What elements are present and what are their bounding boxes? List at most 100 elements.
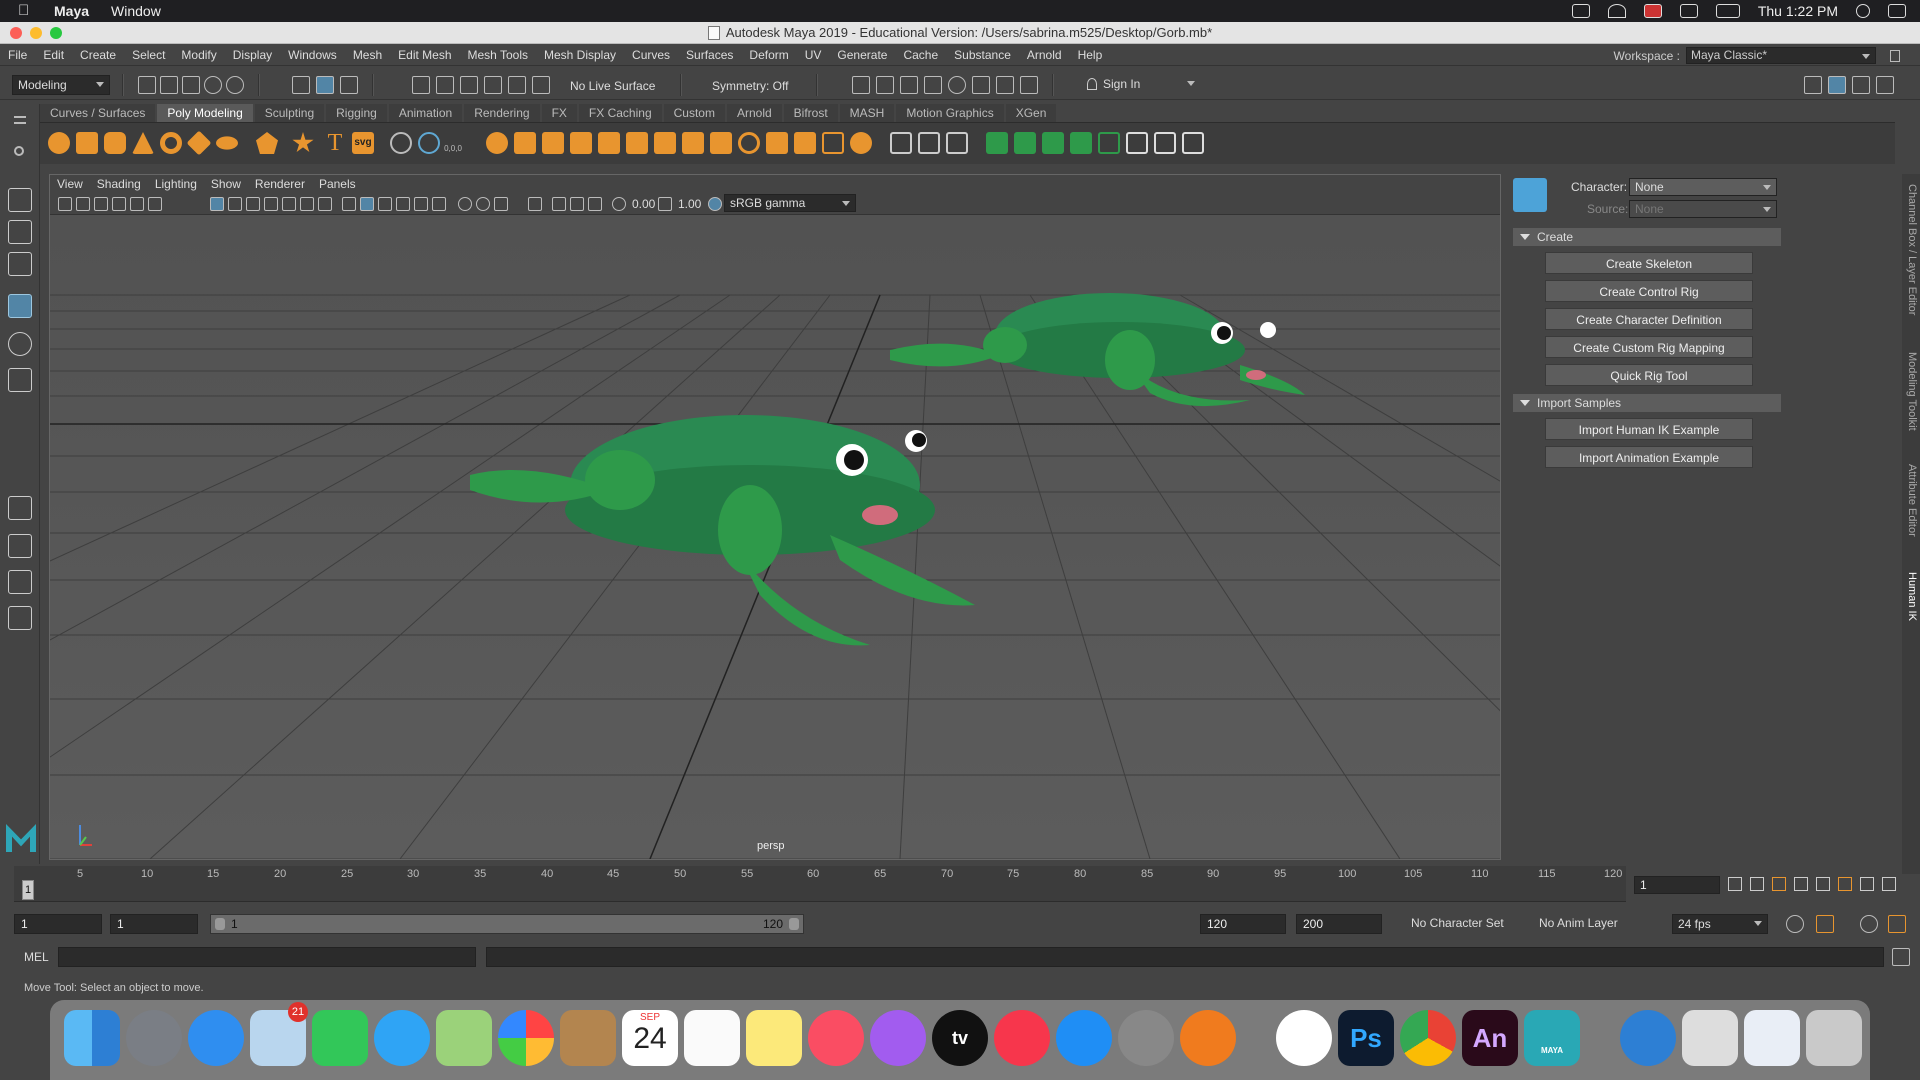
menu-create[interactable]: Create [72,48,124,62]
menu-edit[interactable]: Edit [35,48,72,62]
shelf-tab-rigging[interactable]: Rigging [326,104,387,122]
screen-space-ao-icon[interactable] [458,197,472,211]
merge-icon[interactable] [794,132,816,154]
run-icon[interactable] [1888,915,1906,933]
uv-cylindrical-icon[interactable] [1014,132,1036,154]
textured-icon[interactable] [396,197,410,211]
screenshot-icon[interactable] [1744,1010,1800,1066]
render-view-icon[interactable] [852,76,870,94]
playback-start-field[interactable]: 1 [110,914,198,934]
anti-aliasing-icon[interactable] [494,197,508,211]
shelf-tab-motion-graphics[interactable]: Motion Graphics [896,104,1004,122]
maps-icon[interactable] [436,1010,492,1066]
target-weld-icon[interactable] [822,132,844,154]
step-back-key-icon[interactable] [1772,877,1786,891]
menu-edit-mesh[interactable]: Edit Mesh [390,48,459,62]
svg-icon[interactable]: svg [352,132,374,154]
import-animation-example-button[interactable]: Import Animation Example [1545,446,1753,468]
trash-icon[interactable] [1806,1010,1862,1066]
poke-icon[interactable] [850,132,872,154]
tab-attribute-editor[interactable]: Attribute Editor [1904,464,1918,537]
menu-deform[interactable]: Deform [741,48,796,62]
viewport-menu-view[interactable]: View [50,177,90,191]
auto-key-icon[interactable] [1816,915,1834,933]
notification-center-icon[interactable] [1888,4,1906,18]
menu-arnold[interactable]: Arnold [1019,48,1070,62]
airplay-icon[interactable] [1679,4,1698,18]
render-settings-icon[interactable] [924,76,942,94]
blender-icon[interactable] [1180,1010,1236,1066]
time-slider[interactable]: 1 5 10 15 20 25 30 35 40 45 50 55 60 65 … [14,866,1626,902]
poly-type-icon[interactable]: T [324,131,346,155]
system-preferences-icon[interactable] [1118,1010,1174,1066]
gamma-icon[interactable] [658,197,672,211]
camera-attributes-icon[interactable] [76,197,90,211]
live-surface-label[interactable]: No Live Surface [570,79,655,93]
import-samples-section-header[interactable]: Import Samples [1513,394,1781,412]
redo-icon[interactable] [226,76,244,94]
outliner-icon[interactable] [8,606,32,630]
shelf-settings-icon[interactable] [14,146,24,156]
menu-mesh[interactable]: Mesh [345,48,390,62]
app-menu-maya[interactable]: Maya [54,3,89,19]
loop-playback-icon[interactable] [1786,915,1804,933]
snap-surface-icon[interactable] [508,76,526,94]
bookmarks-icon[interactable] [94,197,108,211]
boolean-icon[interactable] [738,132,760,154]
light-editor-icon[interactable] [996,76,1014,94]
go-to-end-icon[interactable] [1882,877,1896,891]
notes-icon[interactable] [746,1010,802,1066]
uv-spherical-icon[interactable] [1042,132,1064,154]
fill-hole-icon[interactable] [710,132,732,154]
xray-icon[interactable] [552,197,566,211]
render-setup-icon[interactable] [972,76,990,94]
isolate-select-icon[interactable] [528,197,542,211]
uv-cut-icon[interactable] [1154,132,1176,154]
create-character-definition-button[interactable]: Create Character Definition [1545,308,1753,330]
step-back-frame-icon[interactable] [1750,877,1764,891]
wifi-icon[interactable] [1607,4,1626,18]
range-start-handle[interactable] [215,918,225,930]
shelf-menu-icon[interactable] [14,116,26,124]
tab-modeling-toolkit[interactable]: Modeling Toolkit [1904,352,1918,431]
app-store-icon[interactable] [1056,1010,1112,1066]
shelf-tab-fx-caching[interactable]: FX Caching [578,104,662,122]
ipr-render-icon[interactable] [900,76,918,94]
preview-icon[interactable] [1682,1010,1738,1066]
poly-plane-icon[interactable] [186,130,212,156]
exposure-icon[interactable] [612,197,626,211]
color-space-dropdown[interactable]: sRGB gamma [724,194,856,212]
attribute-editor-toggle-icon[interactable] [1828,76,1846,94]
bridge-icon[interactable] [654,132,676,154]
smooth-shade-icon[interactable] [360,197,374,211]
import-human-ik-example-button[interactable]: Import Human IK Example [1545,418,1753,440]
search-icon[interactable] [1856,4,1870,18]
xray-components-icon[interactable] [588,197,602,211]
field-chart-icon[interactable] [282,197,296,211]
film-gate-icon[interactable] [228,197,242,211]
viewport-menu-renderer[interactable]: Renderer [248,177,312,191]
finder-icon[interactable] [64,1010,120,1066]
bevel-icon[interactable] [682,132,704,154]
shelf-tab-bifrost[interactable]: Bifrost [783,104,838,122]
poly-sphere-icon[interactable] [48,132,70,154]
mirror-icon[interactable] [542,132,564,154]
gamma-value[interactable]: 1.00 [678,197,701,211]
photos-icon[interactable] [498,1010,554,1066]
zoom-window-button[interactable] [50,27,62,39]
xray-joints-icon[interactable] [570,197,584,211]
undo-icon[interactable] [204,76,222,94]
save-scene-icon[interactable] [182,76,200,94]
open-scene-icon[interactable] [160,76,178,94]
create-control-rig-button[interactable]: Create Control Rig [1545,280,1753,302]
menu-surfaces[interactable]: Surfaces [678,48,741,62]
menu-mesh-tools[interactable]: Mesh Tools [460,48,536,62]
remesh-icon[interactable] [598,132,620,154]
grid-toggle-icon[interactable] [210,197,224,211]
menu-modify[interactable]: Modify [173,48,224,62]
use-all-lights-icon[interactable] [414,197,428,211]
menubar-clock[interactable]: Thu 1:22 PM [1758,3,1838,19]
podcasts-icon[interactable] [870,1010,926,1066]
poly-torus-icon[interactable] [160,132,182,154]
shadows-icon[interactable] [432,197,446,211]
